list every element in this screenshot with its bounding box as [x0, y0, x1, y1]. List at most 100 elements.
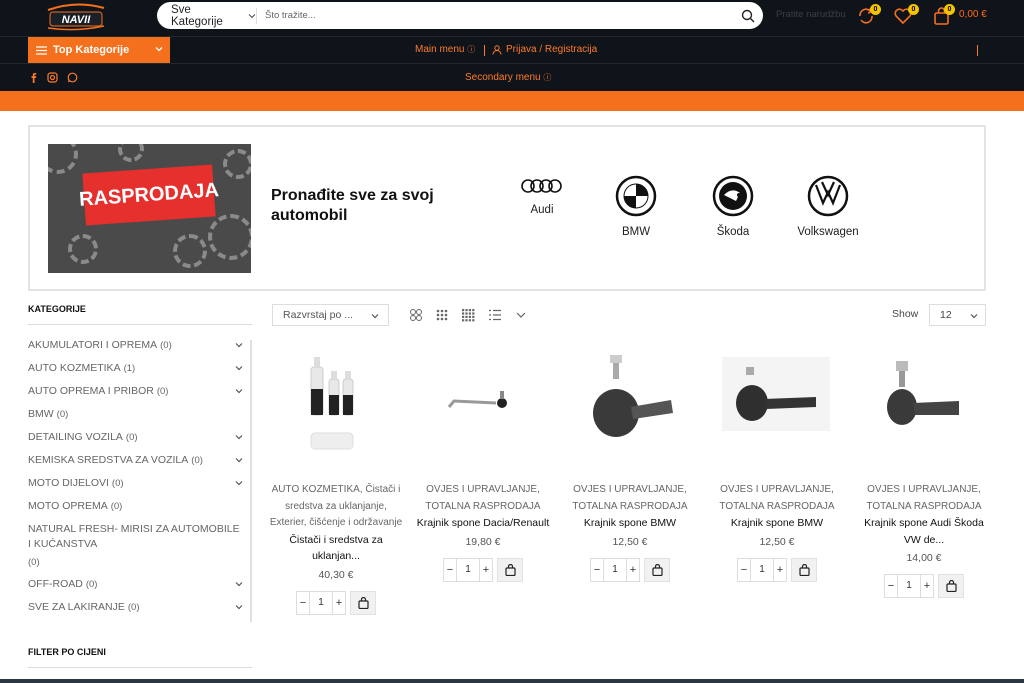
search-icon[interactable]	[741, 9, 755, 23]
product-card: OVJES I UPRAVLJANJE, TOTALNA RASPRODAJA …	[414, 345, 552, 582]
category-count: (0)	[160, 340, 172, 351]
brand-audi[interactable]: Audi	[502, 177, 582, 216]
product-image[interactable]	[267, 345, 405, 455]
category-item[interactable]: KEMISKA SREDSTVA ZA VOZILA (0)	[28, 453, 248, 476]
quantity-input[interactable]: 1	[603, 558, 627, 581]
login-link[interactable]: Prijava / Registracija	[492, 44, 597, 55]
increase-button[interactable]: +	[333, 597, 345, 609]
increase-button[interactable]: +	[627, 564, 639, 576]
product-price: 12,50 €	[759, 535, 795, 548]
product-categories[interactable]: OVJES I UPRAVLJANJE, TOTALNA RASPRODAJA	[414, 482, 552, 515]
product-image[interactable]	[414, 345, 552, 455]
whatsapp-icon[interactable]	[67, 72, 78, 83]
decrease-button[interactable]: −	[444, 564, 456, 576]
bmw-logo-icon	[615, 175, 657, 217]
chevron-down-icon[interactable]	[234, 579, 244, 589]
product-title[interactable]: Krajnik spone Dacia/Renault	[414, 515, 552, 532]
quantity-input[interactable]: 1	[750, 558, 774, 581]
add-to-cart-button[interactable]	[791, 557, 817, 582]
quantity-input[interactable]: 1	[309, 591, 333, 614]
audi-logo-icon	[521, 179, 562, 193]
increase-button[interactable]: +	[774, 564, 786, 576]
category-count: (0)	[156, 386, 169, 397]
shopping-bag-icon	[798, 563, 810, 576]
quantity-input[interactable]: 1	[897, 575, 921, 597]
category-item[interactable]: MOTO OPREMA (0)	[28, 499, 248, 522]
decrease-button[interactable]: −	[885, 580, 897, 592]
facebook-icon[interactable]	[28, 72, 39, 83]
product-title[interactable]: Krajnik spone Audi Škoda VW de...	[855, 515, 993, 548]
decrease-button[interactable]: −	[738, 564, 750, 576]
svg-text:NAVII: NAVII	[62, 14, 91, 26]
category-count: (0)	[125, 432, 138, 443]
grid-3-icon[interactable]	[435, 308, 449, 322]
shopping-bag-icon	[651, 563, 663, 576]
add-to-cart-button[interactable]	[350, 590, 376, 615]
category-item[interactable]: SVE ZA LAKIRANJE (0)	[28, 600, 248, 623]
add-to-cart-button[interactable]	[938, 574, 964, 598]
product-categories[interactable]: AUTO KOZMETIKA, Čistači i sredstva za uk…	[267, 482, 405, 532]
per-page-select[interactable]: 12	[929, 304, 986, 326]
list-view-icon[interactable]	[488, 308, 502, 322]
product-title[interactable]: Krajnik spone BMW	[708, 515, 846, 532]
chevron-down-icon[interactable]	[234, 340, 244, 350]
main-menu-label: Main menu	[415, 44, 465, 55]
footer-strip	[0, 679, 1024, 683]
show-label: Show	[892, 308, 919, 320]
sale-promo-image[interactable]: RASPRODAJA	[48, 144, 251, 273]
search-category-select[interactable]: Sve Kategorije	[157, 4, 257, 28]
product-categories[interactable]: OVJES I UPRAVLJANJE, TOTALNA RASPRODAJA	[561, 482, 699, 515]
increase-button[interactable]: +	[480, 564, 492, 576]
product-categories[interactable]: OVJES I UPRAVLJANJE, TOTALNA RASPRODAJA	[708, 482, 846, 515]
cart-total[interactable]: 0,00 €	[959, 9, 987, 20]
chevron-down-icon[interactable]	[234, 455, 244, 465]
user-icon	[492, 44, 502, 55]
shopping-bag-icon	[945, 580, 957, 592]
quantity-stepper: −1 +	[884, 574, 964, 598]
add-to-cart-button[interactable]	[644, 557, 670, 582]
category-item[interactable]: OFF-ROAD (0)	[28, 577, 248, 600]
chevron-down-icon[interactable]	[234, 602, 244, 612]
category-item[interactable]: AUTO OPREMA I PRIBOR (0)	[28, 384, 248, 407]
chevron-down-icon[interactable]	[234, 432, 244, 442]
product-image[interactable]	[708, 345, 846, 455]
sidebar-scrollbar[interactable]	[250, 340, 252, 622]
product-title[interactable]: Krajnik spone BMW	[561, 515, 699, 532]
track-order-link[interactable]: Pratite narudžbu	[776, 9, 846, 20]
decrease-button[interactable]: −	[591, 564, 603, 576]
brand-skoda[interactable]: Škoda	[693, 175, 773, 238]
brand-name: Volkswagen	[797, 226, 859, 238]
category-item[interactable]: DETAILING VOZILA (0)	[28, 430, 248, 453]
category-item[interactable]: MOTO DIJELOVI (0)	[28, 476, 248, 499]
category-item[interactable]: AUTO KOZMETIKA (1)	[28, 361, 248, 384]
increase-button[interactable]: +	[921, 580, 933, 592]
category-item[interactable]: NATURAL FRESH- MIRISI ZA AUTOMOBILE I KU…	[28, 522, 244, 577]
grid-2-icon[interactable]	[409, 308, 423, 322]
sort-label: Razvrstaj po ...	[283, 309, 354, 321]
category-label: MOTO OPREMA	[28, 500, 108, 512]
sort-select[interactable]: Razvrstaj po ...	[272, 304, 389, 326]
brand-bmw[interactable]: BMW	[596, 175, 676, 238]
chevron-down-icon[interactable]	[234, 478, 244, 488]
search-input[interactable]: Što tražite...	[257, 10, 741, 21]
product-title[interactable]: Čistači i sredstva za uklanjan...	[267, 532, 405, 565]
chevron-down-icon[interactable]	[234, 386, 244, 396]
decrease-button[interactable]: −	[297, 597, 309, 609]
product-image[interactable]	[561, 345, 699, 455]
main-menu-link[interactable]: Main menu ⓘ	[415, 44, 475, 55]
product-categories[interactable]: OVJES I UPRAVLJANJE, TOTALNA RASPRODAJA	[855, 482, 993, 515]
site-logo[interactable]: NAVII	[44, 2, 108, 32]
top-categories-button[interactable]: Top Kategorije	[28, 37, 170, 63]
category-item[interactable]: BMW (0)	[28, 407, 248, 430]
brand-volkswagen[interactable]: Volkswagen	[788, 175, 868, 238]
grid-4-icon[interactable]	[461, 308, 475, 322]
divider	[28, 667, 252, 668]
chevron-down-icon[interactable]	[514, 308, 528, 322]
instagram-icon[interactable]	[47, 72, 58, 83]
product-image[interactable]	[855, 345, 993, 455]
add-to-cart-button[interactable]	[497, 557, 523, 582]
secondary-menu-link[interactable]: Secondary menu ⓘ	[465, 72, 551, 83]
chevron-down-icon[interactable]	[234, 363, 244, 373]
quantity-input[interactable]: 1	[456, 558, 480, 581]
category-item[interactable]: AKUMULATORI I OPREMA (0)	[28, 338, 248, 361]
